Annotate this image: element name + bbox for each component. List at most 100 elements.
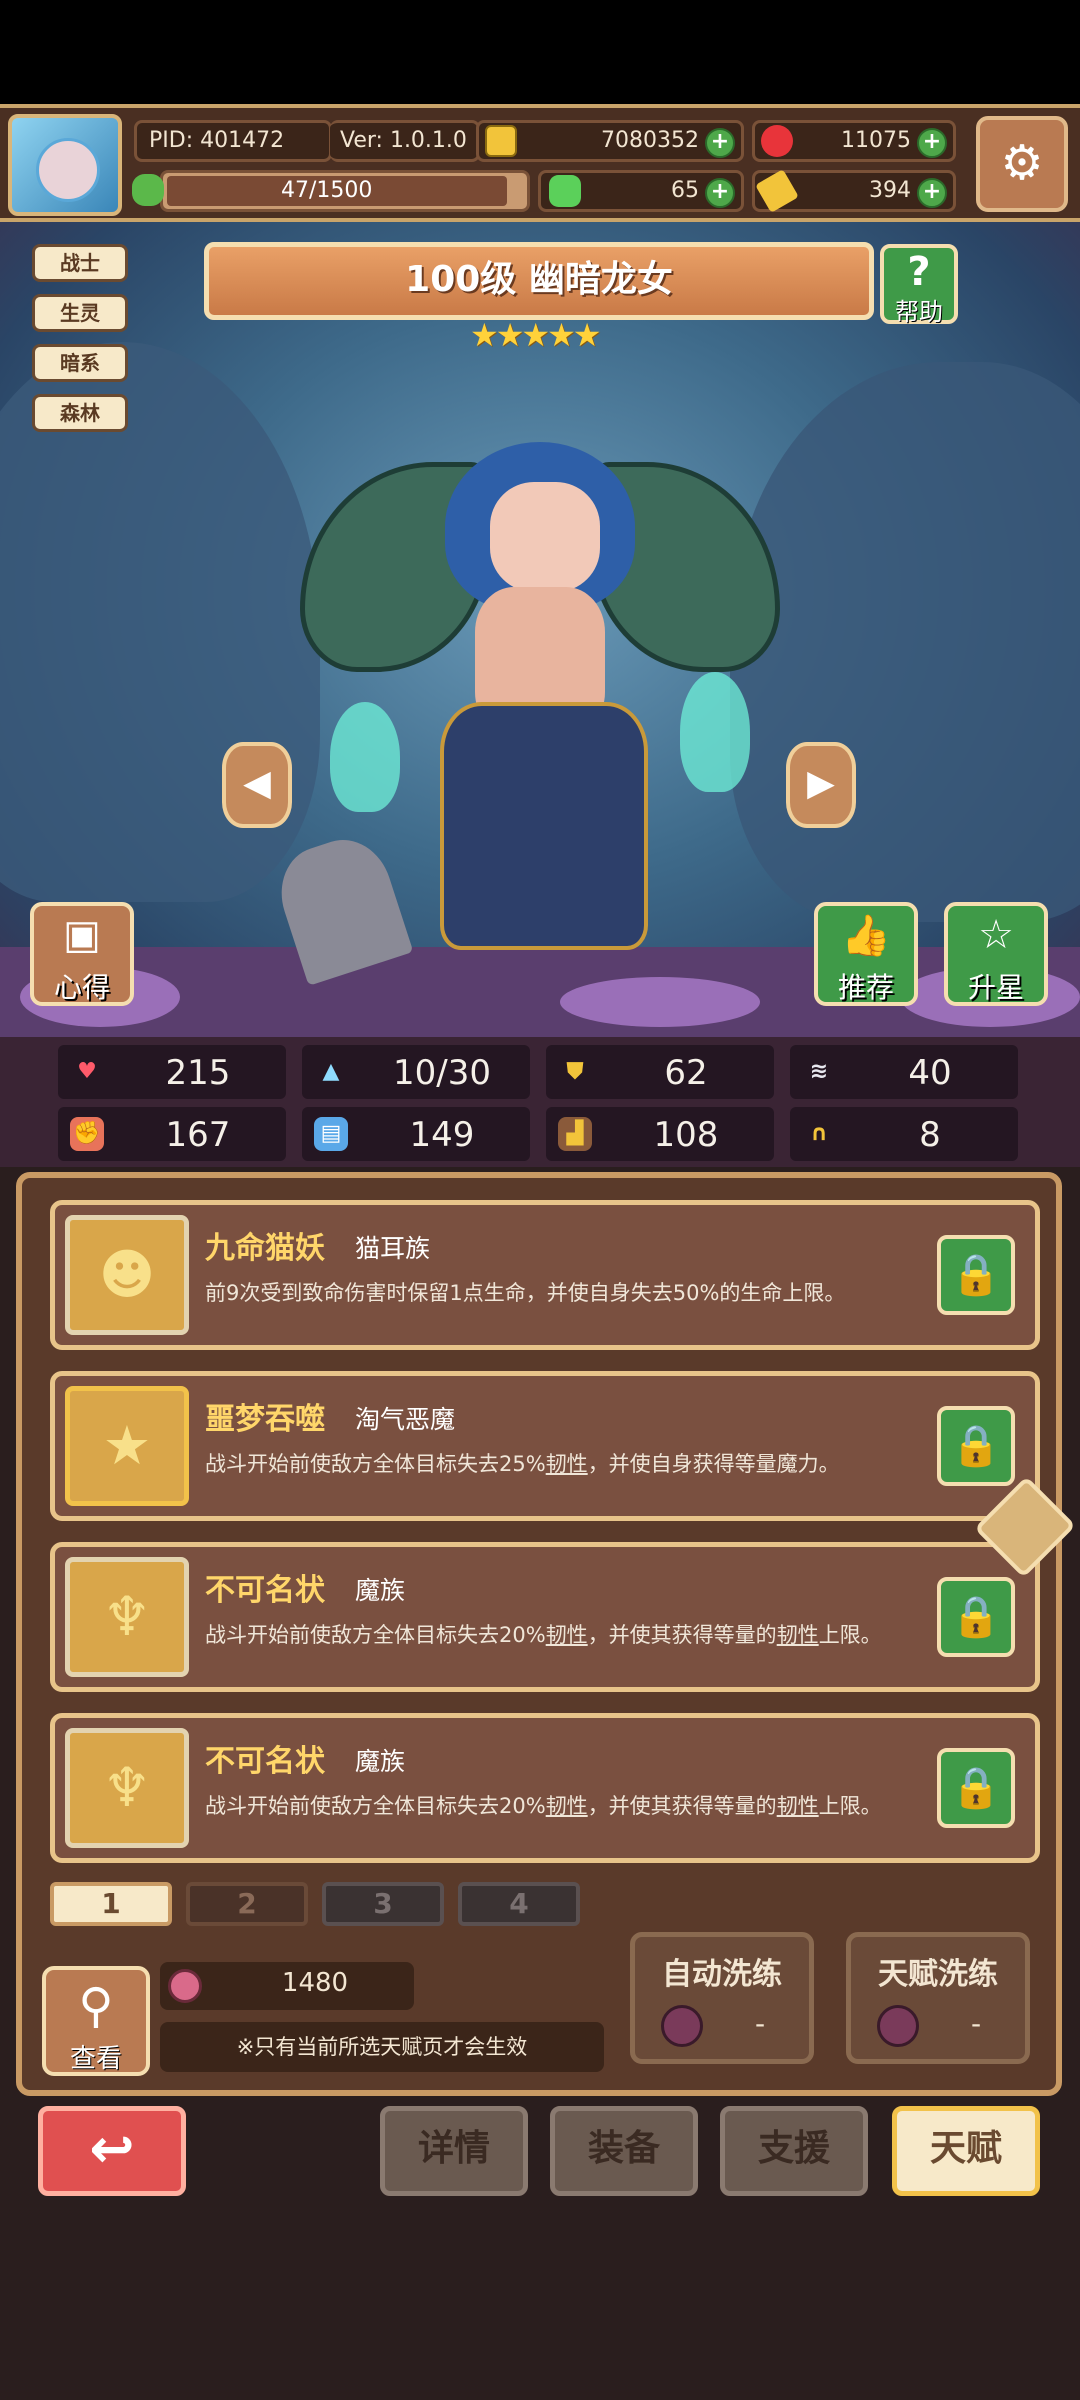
tag-type[interactable]: 生灵	[32, 294, 128, 332]
desc-text: 前9次受到致命伤害时保留1点生命，并使自身失去50%的生命上限。	[205, 1281, 846, 1305]
demon-crest-icon: ♆	[102, 1585, 152, 1648]
talent-card[interactable]: ♆ 不可名状 魔族 战斗开始前使敌方全体目标失去20%韧性，并使其获得等量的韧性…	[50, 1713, 1040, 1863]
water-drop-icon: ▲	[322, 1059, 340, 1084]
version-text: Ver: 1.0.1.0	[340, 128, 467, 153]
boot-icon: ▟	[558, 1117, 592, 1151]
talent-wash-label: 天赋洗练	[878, 1957, 998, 1992]
stat-hp: ♥ 215	[58, 1045, 286, 1099]
player-avatar[interactable]	[8, 114, 122, 216]
desc-text: 上限。	[818, 1794, 882, 1818]
stat-speed: ≋ 40	[790, 1045, 1018, 1099]
talent-race: 魔族	[355, 1576, 406, 1605]
top-resource-bar: PID: 401472 Ver: 1.0.1.0 7080352 + 11075…	[0, 104, 1080, 222]
clover-box: 65 +	[538, 170, 744, 212]
red-gem-icon	[761, 125, 793, 157]
add-ticket-button[interactable]: +	[917, 178, 947, 208]
tag-element[interactable]: 暗系	[32, 344, 128, 382]
clover-stamina-icon	[132, 174, 164, 206]
keyword-link[interactable]: 韧性	[546, 1623, 588, 1647]
recommend-button[interactable]: 👍 推荐	[814, 902, 918, 1006]
talent-icon-frame: ★	[65, 1386, 189, 1506]
auto-wash-cost: -	[754, 2007, 766, 2040]
desc-text: ，并使其获得等量的	[587, 1794, 777, 1818]
help-button[interactable]: ? 帮助	[880, 244, 958, 326]
gold-ticket-icon	[755, 169, 799, 213]
fruit-counter: 1480	[160, 1962, 414, 2010]
talent-race: 猫耳族	[355, 1234, 431, 1263]
stat-attack: ✊ 167	[58, 1107, 286, 1161]
purple-bush	[560, 977, 760, 1027]
horseshoe-icon: ∩	[810, 1121, 828, 1146]
lock-icon[interactable]: 🔒	[937, 1577, 1015, 1657]
avatar-face	[36, 138, 100, 202]
notes-icon: ▣	[63, 912, 101, 958]
nav-support[interactable]: 支援	[720, 2106, 868, 2196]
mana-value: 10/30	[393, 1053, 491, 1093]
next-hero-arrow-icon[interactable]: ▶	[786, 742, 856, 828]
desc-text: ，并使自身获得等量魔力。	[587, 1452, 840, 1476]
add-clover-button[interactable]: +	[705, 178, 735, 208]
star-up-button[interactable]: ☆ 升星	[944, 902, 1048, 1006]
desc-text: 战斗开始前使敌方全体目标失去25%	[205, 1452, 546, 1476]
add-gem-button[interactable]: +	[917, 128, 947, 158]
gem-box: 11075 +	[752, 120, 956, 162]
talent-description: 战斗开始前使敌方全体目标失去20%韧性，并使其获得等量的韧性上限。	[205, 1619, 905, 1651]
hero-skirt	[440, 702, 648, 950]
talent-name: 九命猫妖	[205, 1231, 325, 1266]
keyword-link[interactable]: 韧性	[546, 1794, 588, 1818]
talent-card[interactable]: ☻ 九命猫妖 猫耳族 前9次受到致命伤害时保留1点生命，并使自身失去50%的生命…	[50, 1200, 1040, 1350]
help-label: 帮助	[895, 298, 943, 326]
add-gold-button[interactable]: +	[705, 128, 735, 158]
hero-title-banner: 100级 幽暗龙女	[204, 242, 874, 320]
keyword-link[interactable]: 韧性	[777, 1794, 819, 1818]
spellbook-icon: ▤	[314, 1117, 348, 1151]
hero-star-rating: ★★★★★	[470, 316, 601, 354]
nav-equipment[interactable]: 装备	[550, 2106, 698, 2196]
desc-text: 战斗开始前使敌方全体目标失去20%	[205, 1794, 546, 1818]
talent-wash-button[interactable]: 天赋洗练 -	[846, 1932, 1030, 2064]
pid-text: PID: 401472	[149, 128, 285, 153]
stamina-text: 47/1500	[281, 178, 373, 203]
star-up-label: 升星	[967, 971, 1024, 1004]
ticket-box: 394 +	[752, 169, 956, 213]
gold-amount: 7080352	[601, 128, 699, 153]
view-button[interactable]: ⚲ 查看	[42, 1966, 150, 2076]
notes-button[interactable]: ▣ 心得	[30, 902, 134, 1006]
lock-icon[interactable]: 🔒	[937, 1406, 1015, 1486]
lock-icon[interactable]: 🔒	[937, 1235, 1015, 1315]
luck-value: 8	[919, 1115, 941, 1155]
fist-icon: ✊	[70, 1117, 104, 1151]
keyword-link[interactable]: 韧性	[777, 1623, 819, 1647]
attack-value: 167	[165, 1115, 231, 1155]
note-text: ※只有当前所选天赋页才会生效	[160, 2022, 604, 2072]
keyword-link[interactable]: 韧性	[546, 1452, 588, 1476]
ghost-flame	[330, 702, 400, 812]
tag-habitat[interactable]: 森林	[32, 394, 128, 432]
gem-amount: 11075	[841, 128, 911, 153]
tab-page-4[interactable]: 4	[458, 1882, 580, 1926]
shield-icon: ⛊	[566, 1059, 584, 1084]
fruit-count: 1480	[281, 1968, 349, 1998]
back-arrow-icon[interactable]: ↩	[38, 2106, 186, 2196]
nav-talent[interactable]: 天赋	[892, 2106, 1040, 2196]
settings-gear-icon[interactable]: ⚙	[976, 116, 1068, 212]
hero-showcase: 战士 生灵 暗系 森林 100级 幽暗龙女 ? 帮助 ★★★★★ ◀ ▶ ▣ 心…	[0, 222, 1080, 1037]
desc-text: 战斗开始前使敌方全体目标失去20%	[205, 1623, 546, 1647]
tag-class[interactable]: 战士	[32, 244, 128, 282]
prev-hero-arrow-icon[interactable]: ◀	[222, 742, 292, 828]
stat-magic: ▤ 149	[302, 1107, 530, 1161]
talent-card[interactable]: ♆ 不可名状 魔族 战斗开始前使敌方全体目标失去20%韧性，并使其获得等量的韧性…	[50, 1542, 1040, 1692]
auto-wash-button[interactable]: 自动洗练 -	[630, 1932, 814, 2064]
pid-box: PID: 401472	[134, 120, 332, 162]
tab-page-3[interactable]: 3	[322, 1882, 444, 1926]
talent-card[interactable]: ★ 噩梦吞噬 淘气恶魔 战斗开始前使敌方全体目标失去25%韧性，并使自身获得等量…	[50, 1371, 1040, 1521]
background-tree-right	[730, 362, 1080, 922]
talent-race: 淘气恶魔	[355, 1405, 456, 1434]
lock-icon[interactable]: 🔒	[937, 1748, 1015, 1828]
talent-race: 魔族	[355, 1747, 406, 1776]
magnifier-icon: ⚲	[78, 1978, 114, 2034]
tab-page-2[interactable]: 2	[186, 1882, 308, 1926]
nav-details[interactable]: 详情	[380, 2106, 528, 2196]
tab-page-1[interactable]: 1	[50, 1882, 172, 1926]
dark-fruit-icon	[661, 2005, 703, 2047]
